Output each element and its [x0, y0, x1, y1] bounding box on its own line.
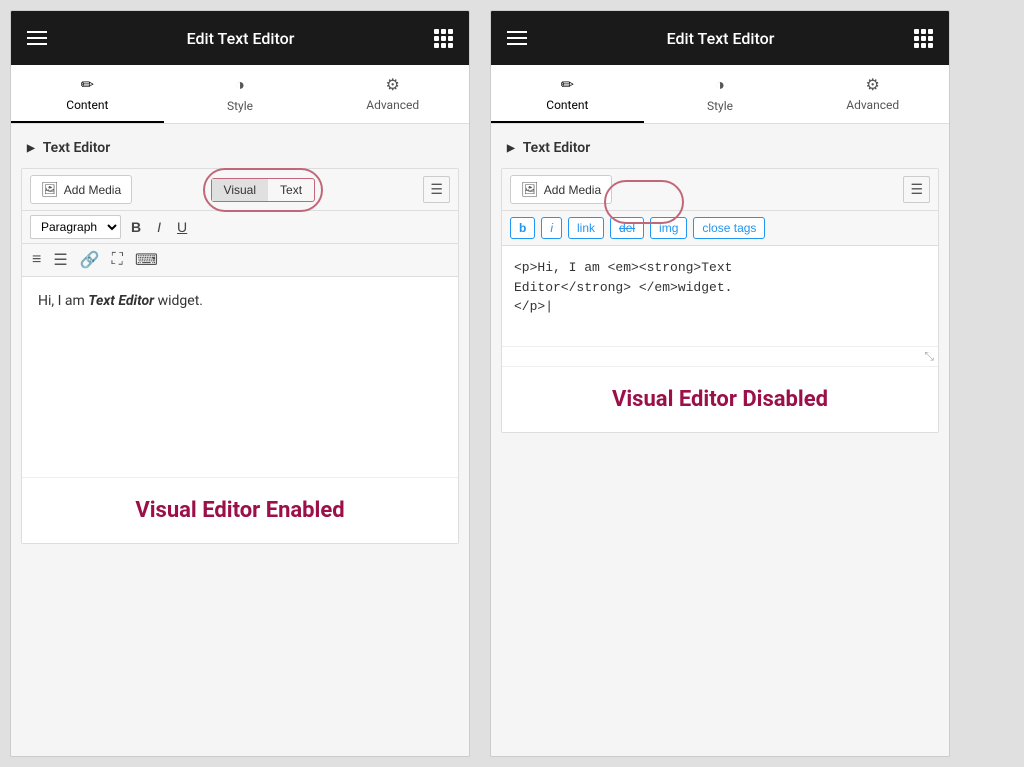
left-icons-bar: ≡ ☰ 🔗 ⛶ ⌨ — [22, 244, 458, 277]
underline-button[interactable]: U — [171, 216, 193, 238]
pencil-icon-left: ✏ — [81, 75, 94, 94]
halfcircle-icon-left: ◑ — [235, 75, 245, 95]
left-tabs-bar: ✏ Content ◑ Style ⚙ Advanced — [11, 65, 469, 124]
kitchen-sink-button-right[interactable]: ☰ — [903, 176, 930, 203]
right-section-header: ▶ Text Editor — [491, 124, 949, 168]
left-panel-header: Edit Text Editor — [11, 11, 469, 65]
editor-text-before: Hi, I am — [38, 293, 88, 309]
html-i-button[interactable]: i — [541, 217, 562, 239]
left-panel-body: ▶ Text Editor 🖼 Add Media Visual Text — [11, 124, 469, 756]
text-tab-button[interactable]: Text — [268, 179, 314, 201]
left-add-media-button[interactable]: 🖼 Add Media — [30, 175, 132, 204]
left-panel-title: Edit Text Editor — [187, 29, 295, 48]
left-editor-container: 🖼 Add Media Visual Text ☰ P — [21, 168, 459, 544]
left-tab-style[interactable]: ◑ Style — [164, 65, 317, 123]
right-panel-body: ▶ Text Editor 🖼 Add Media ☰ — [491, 124, 949, 756]
hamburger-menu-left[interactable] — [27, 31, 47, 45]
pencil-icon-right: ✏ — [561, 75, 574, 94]
right-tab-style[interactable]: ◑ Style — [644, 65, 797, 123]
html-b-button[interactable]: b — [510, 217, 535, 239]
left-editor-caption: Visual Editor Enabled — [22, 477, 458, 543]
keyboard-button[interactable]: ⌨ — [133, 248, 160, 272]
left-editor-content[interactable]: Hi, I am Text Editor widget. — [22, 277, 458, 477]
right-editor-toolbar-top: 🖼 Add Media ☰ — [502, 169, 938, 211]
list-unordered-button[interactable]: ≡ — [30, 249, 43, 271]
right-add-media-button[interactable]: 🖼 Add Media — [510, 175, 612, 204]
bold-button[interactable]: B — [125, 216, 147, 238]
visual-tab-button[interactable]: Visual — [212, 179, 268, 201]
gear-icon-left: ⚙ — [386, 75, 400, 94]
grid-menu-right[interactable] — [914, 29, 933, 48]
editor-text-emphasis: Text Editor — [88, 293, 154, 309]
section-arrow-right: ▶ — [507, 143, 515, 154]
html-link-button[interactable]: link — [568, 217, 604, 239]
section-arrow-left: ▶ — [27, 143, 35, 154]
paragraph-select[interactable]: Paragraph — [30, 215, 121, 239]
left-section-header: ▶ Text Editor — [11, 124, 469, 168]
fullscreen-button[interactable]: ⛶ — [110, 249, 125, 271]
kitchen-sink-button-left[interactable]: ☰ — [423, 176, 450, 203]
right-tab-content[interactable]: ✏ Content — [491, 65, 644, 123]
resize-handle-right[interactable]: ⤡ — [502, 346, 938, 366]
right-panel: Edit Text Editor ✏ Content ◑ Style ⚙ Adv… — [490, 10, 950, 757]
left-tab-content[interactable]: ✏ Content — [11, 65, 164, 123]
left-editor-toolbar-top: 🖼 Add Media Visual Text ☰ — [22, 169, 458, 211]
right-panel-title: Edit Text Editor — [667, 29, 775, 48]
left-panel: Edit Text Editor ✏ Content ◑ Style ⚙ Adv… — [10, 10, 470, 757]
left-tab-advanced[interactable]: ⚙ Advanced — [316, 65, 469, 123]
hamburger-menu-right[interactable] — [507, 31, 527, 45]
visual-text-toggle-left: Visual Text — [211, 178, 315, 202]
right-code-area[interactable]: <p>Hi, I am <em><strong>Text Editor</str… — [502, 246, 938, 346]
gear-icon-right: ⚙ — [866, 75, 880, 94]
right-editor-caption: Visual Editor Disabled — [502, 366, 938, 432]
halfcircle-icon-right: ◑ — [715, 75, 725, 95]
italic-button[interactable]: I — [151, 216, 167, 238]
left-section-title: Text Editor — [43, 140, 111, 156]
html-del-button[interactable]: del — [610, 217, 644, 239]
right-panel-header: Edit Text Editor — [491, 11, 949, 65]
grid-menu-left[interactable] — [434, 29, 453, 48]
right-section-title: Text Editor — [523, 140, 591, 156]
right-tab-advanced[interactable]: ⚙ Advanced — [796, 65, 949, 123]
list-ordered-button[interactable]: ☰ — [51, 248, 69, 272]
right-html-tags-bar: b i link del img close tags — [502, 211, 938, 246]
right-editor-container: 🖼 Add Media ☰ b i link del img cl — [501, 168, 939, 433]
editor-text-after: widget. — [154, 293, 203, 309]
media-icon-right: 🖼 — [521, 181, 539, 198]
html-img-button[interactable]: img — [650, 217, 687, 239]
left-format-bar: Paragraph B I U — [22, 211, 458, 244]
html-closetags-button[interactable]: close tags — [693, 217, 765, 239]
link-button[interactable]: 🔗 — [78, 248, 102, 272]
media-icon-left: 🖼 — [41, 181, 59, 198]
right-tabs-bar: ✏ Content ◑ Style ⚙ Advanced — [491, 65, 949, 124]
